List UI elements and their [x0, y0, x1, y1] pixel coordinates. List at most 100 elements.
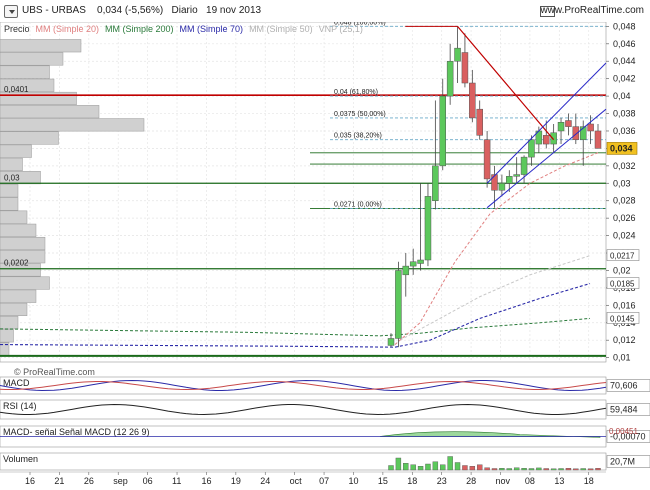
x-tick-label: nov	[496, 476, 511, 486]
x-tick-label: 24	[260, 476, 270, 486]
volume-bar	[595, 468, 601, 471]
main-panel: 0,048 0,046 0,044 0,042 0,04 0,038 0,036 0,034 0…	[0, 22, 640, 363]
panel-macd-top-value: 70,606	[610, 381, 638, 391]
volume-bar	[410, 464, 416, 471]
volume-profile-bar	[0, 105, 100, 119]
volume-bar	[558, 468, 564, 471]
candle-body	[528, 139, 535, 158]
candle-body	[454, 47, 461, 62]
volume-profile-bar	[0, 210, 28, 224]
volume-bar	[417, 466, 424, 471]
ma-badge-label: 0,0217	[610, 252, 635, 261]
volume-profile-bar	[0, 289, 37, 303]
volume-bar	[580, 468, 586, 471]
volume-bar	[469, 466, 476, 471]
y-tick-label: 0,012	[613, 335, 636, 345]
volume-bar	[484, 467, 490, 471]
volume-bar	[425, 463, 431, 471]
volume-bar	[440, 464, 446, 471]
x-tick-label: 16	[25, 476, 35, 486]
candle-body	[594, 130, 602, 149]
volume-bar	[477, 464, 483, 471]
panel-rsi	[0, 399, 607, 420]
instrument-name: UBS - URBAS	[22, 5, 86, 16]
panel-rsi-title: RSI (14)	[3, 401, 37, 411]
panel-macd-top	[0, 376, 607, 395]
panel-volume	[0, 452, 607, 471]
legend-mm50: MM (Simple 50)	[249, 24, 313, 34]
volume-profile-bar	[0, 236, 46, 251]
last-price-label: 0,034	[610, 143, 633, 153]
volume-bar	[543, 468, 549, 471]
y-tick-label: 0,016	[613, 300, 636, 310]
candle-body	[491, 174, 498, 191]
volume-profile-bar	[0, 39, 82, 53]
y-tick-label: 0,03	[613, 178, 631, 188]
volume-profile-bar	[0, 52, 64, 66]
volume-profile-bar	[0, 329, 14, 343]
legend-precio: Precio	[4, 24, 30, 34]
support-label: 0,03	[4, 173, 20, 182]
volume-profile-bar	[0, 316, 19, 330]
candle-body	[424, 196, 432, 261]
volume-profile-bar	[0, 223, 37, 237]
resistance-label: 0,0401	[4, 85, 29, 94]
candle-body	[469, 82, 476, 119]
y-tick-label: 0,01	[613, 353, 631, 363]
volume-profile-bar	[0, 65, 50, 79]
period-label: Diario	[171, 5, 198, 16]
panel-macd-title: MACD- señal Señal MACD (12 26 9)	[3, 427, 150, 437]
x-tick-label: 28	[466, 476, 476, 486]
legend-mm200: MM (Simple 200)	[105, 24, 174, 34]
candle-body	[409, 261, 417, 267]
y-tick-label: 0,02	[613, 265, 631, 275]
brand-url: www.ProRealTime.com	[540, 5, 644, 16]
x-tick-label: 19	[231, 476, 241, 486]
x-tick-label: 10	[348, 476, 358, 486]
panel-rsi-value: 59,484	[610, 405, 638, 415]
support-label: 0,0202	[4, 259, 29, 268]
x-tick-label: 26	[84, 476, 94, 486]
candle-body	[498, 183, 506, 191]
candle-body	[550, 132, 557, 145]
volume-bar	[454, 462, 461, 471]
chart-window: UBS - URBAS 0,034 (-5,56%) Diario 19 nov…	[0, 0, 650, 490]
candle-body	[395, 270, 402, 339]
volume-profile-bar	[0, 184, 19, 198]
candle-body	[565, 120, 572, 127]
candle-body	[461, 52, 469, 84]
volume-bar	[587, 468, 594, 471]
watermark: © ProRealTime.com	[14, 367, 95, 377]
x-tick-label: 06	[143, 476, 153, 486]
candle-body	[439, 95, 446, 167]
volume-bar	[528, 468, 535, 471]
x-tick-label: 23	[437, 476, 447, 486]
volume-bar	[521, 468, 527, 471]
y-tick-label: 0,028	[613, 196, 636, 206]
x-tick-label: 21	[54, 476, 64, 486]
candle-body	[483, 139, 491, 180]
volume-profile-bar	[0, 144, 32, 158]
y-tick-label: 0,046	[613, 39, 636, 49]
x-tick-label: 08	[525, 476, 535, 486]
fib-label: 0,035 (38,20%)	[334, 133, 382, 140]
volume-bar	[491, 468, 498, 471]
candle-body	[432, 165, 439, 201]
volume-bar	[550, 468, 557, 471]
instrument-menu-icon[interactable]	[4, 5, 18, 18]
x-tick-label: oct	[290, 476, 303, 486]
candle-body	[587, 123, 594, 132]
panel-volume-value: 20,7M	[610, 457, 635, 467]
volume-bar	[565, 468, 572, 471]
volume-profile-bar	[0, 197, 19, 211]
volume-bar	[513, 467, 520, 471]
candle-body	[506, 176, 513, 184]
x-tick-label: 15	[378, 476, 388, 486]
fib-label: 0,04 (61,80%)	[334, 89, 378, 96]
candle-body	[402, 265, 410, 276]
candle-body	[476, 108, 483, 136]
volume-profile-bar	[0, 131, 59, 145]
candle-body	[572, 126, 580, 140]
instrument-title: UBS - URBAS 0,034 (-5,56%) Diario 19 nov…	[22, 5, 261, 16]
volume-bar	[506, 468, 512, 471]
